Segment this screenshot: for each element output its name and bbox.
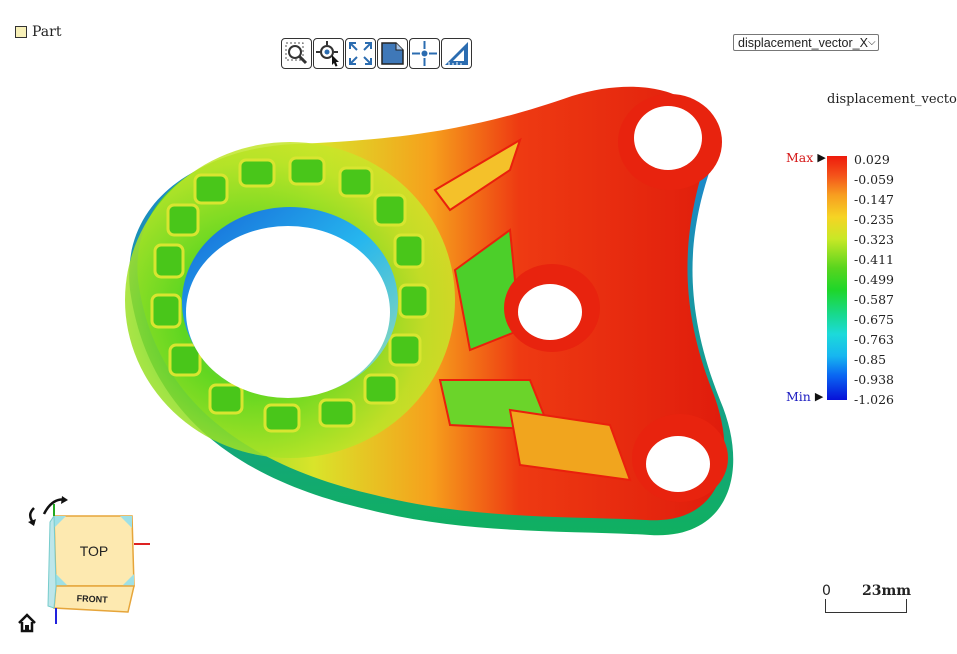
scale-length-label: 23mm bbox=[862, 583, 912, 599]
legend-value: -0.235 bbox=[854, 212, 895, 227]
part-toggle[interactable]: Part bbox=[15, 24, 61, 40]
part-checkbox[interactable] bbox=[15, 26, 27, 38]
chevron-down-icon: ⌵ bbox=[867, 37, 876, 48]
pick-point-icon bbox=[316, 41, 339, 67]
legend-max-marker: Max ▶ bbox=[786, 150, 826, 165]
measure-icon bbox=[445, 42, 468, 65]
legend-min-marker: Min ▶ bbox=[786, 389, 823, 404]
field-select-value: displacement_vector_X bbox=[738, 35, 868, 50]
legend-value: -0.938 bbox=[854, 372, 895, 387]
crosshair-icon bbox=[412, 41, 437, 66]
legend-value: -0.147 bbox=[854, 192, 895, 207]
section-view-button[interactable] bbox=[377, 38, 408, 69]
model-viewport[interactable] bbox=[90, 80, 750, 550]
triangle-right-icon: ▶ bbox=[817, 151, 826, 164]
view-toolbar bbox=[281, 38, 472, 69]
fit-view-icon bbox=[349, 42, 372, 65]
legend-value: 0.029 bbox=[854, 152, 890, 167]
home-icon bbox=[18, 613, 36, 633]
field-select[interactable]: displacement_vector_X ⌵ bbox=[733, 34, 879, 51]
part-label: Part bbox=[32, 24, 62, 40]
home-button[interactable] bbox=[16, 612, 38, 634]
legend-value: -0.763 bbox=[854, 332, 895, 347]
zoom-box-button[interactable] bbox=[281, 38, 312, 69]
legend-color-bar bbox=[827, 156, 847, 400]
legend-value: -0.411 bbox=[854, 252, 895, 267]
triangle-right-icon: ▶ bbox=[814, 390, 824, 403]
crosshair-button[interactable] bbox=[409, 38, 440, 69]
legend-value: -0.059 bbox=[854, 172, 895, 187]
measure-button[interactable] bbox=[441, 38, 472, 69]
legend-value: -0.675 bbox=[854, 312, 895, 327]
scale-zero-label: 0 bbox=[822, 583, 831, 599]
scale-line bbox=[825, 599, 907, 613]
legend-value: -0.85 bbox=[854, 352, 887, 367]
scale-bar: 0 23mm bbox=[822, 583, 912, 617]
view-cube-top-label: TOP bbox=[80, 543, 109, 559]
legend-value: -0.323 bbox=[854, 232, 895, 247]
zoom-box-icon bbox=[285, 42, 308, 65]
fit-view-button[interactable] bbox=[345, 38, 376, 69]
legend-value: -0.587 bbox=[854, 292, 895, 307]
legend-title: displacement_vector_X bbox=[827, 92, 957, 107]
view-cube-front-label: FRONT bbox=[76, 593, 108, 605]
legend-max-label: Max bbox=[786, 150, 814, 165]
section-view-icon bbox=[381, 42, 404, 65]
legend-min-label: Min bbox=[786, 389, 811, 404]
legend-value: -0.499 bbox=[854, 272, 895, 287]
legend-value: -1.026 bbox=[854, 392, 895, 407]
pick-point-button[interactable] bbox=[313, 38, 344, 69]
